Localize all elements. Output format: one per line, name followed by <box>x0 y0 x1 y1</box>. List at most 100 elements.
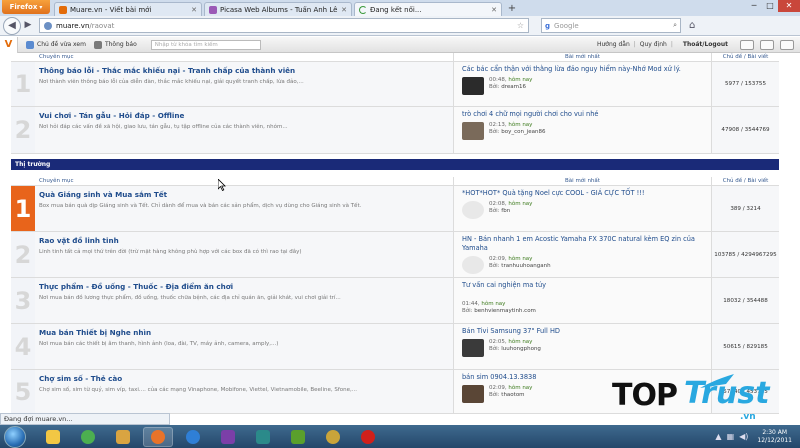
last-post-title-link[interactable]: HN - Bán nhanh 1 em Acostic Yamaha FX 37… <box>462 235 703 253</box>
stats-column-header: Chủ đề / Bài viết <box>711 177 779 185</box>
taskbar-chrome[interactable] <box>73 427 103 447</box>
forum-title-link[interactable]: Mua bán Thiết bị Nghe nhìn <box>39 328 449 337</box>
firefox-menu-button[interactable]: Firefox <box>2 0 50 14</box>
forum-search-input[interactable]: Nhập từ khóa tìm kiếm <box>150 39 261 50</box>
forum-title-link[interactable]: Vui chơi - Tán gẫu - Hỏi đáp - Offline <box>39 111 449 120</box>
guide-link[interactable]: Hướng dẫn <box>597 41 630 48</box>
taskbar-record[interactable] <box>353 427 383 447</box>
avatar[interactable] <box>462 384 484 403</box>
last-post-title-link[interactable]: Tư vấn cai nghiện ma túy <box>462 281 703 290</box>
forum-row-number: 1 <box>11 186 35 231</box>
taskbar-paint[interactable] <box>318 427 348 447</box>
tab-picasa-albums[interactable]: Picasa Web Albums - Tuấn Anh Lê ✕ <box>204 2 352 16</box>
network-icon[interactable]: ▦ <box>727 432 735 441</box>
tab-muare-new-post[interactable]: Muare.vn - Viết bài mới ✕ <box>54 2 202 16</box>
last-post-title-link[interactable]: Bán Tivi Samsung 37" Full HD <box>462 327 703 336</box>
search-icon[interactable]: ⌕ <box>673 21 677 30</box>
forward-button[interactable]: ▶ <box>21 19 35 33</box>
close-tab-icon[interactable]: ✕ <box>191 6 197 14</box>
taskbar-yahoo[interactable] <box>213 427 243 447</box>
volume-icon[interactable]: ◀) <box>739 432 748 441</box>
site-identity-icon[interactable] <box>44 21 52 30</box>
avatar[interactable] <box>462 121 484 140</box>
forum-row-number: 2 <box>14 240 32 269</box>
post-day: hôm nay <box>508 338 533 345</box>
last-post-title-link[interactable]: Các bác cẩn thận với thằng lừa đảo nguy … <box>462 65 703 74</box>
forum-stats: 389 / 3214 <box>711 186 779 231</box>
bookmark-star-icon[interactable]: ☆ <box>517 21 524 30</box>
home-icon[interactable]: ⌂ <box>689 20 695 31</box>
folder-icon <box>46 429 60 444</box>
forum-row-number: 4 <box>14 332 32 361</box>
notifications-link[interactable]: Thông báo <box>93 40 137 49</box>
avatar[interactable] <box>462 338 484 357</box>
post-day: hôm nay <box>508 255 533 262</box>
poster-link[interactable]: tranhuuhoanganh <box>501 263 550 269</box>
last-post-title-link[interactable]: *HOT*HOT* Quà tặng Noel cực COOL - GIÁ C… <box>462 189 703 198</box>
taskbar-utorrent[interactable] <box>283 427 313 447</box>
section-header-market[interactable]: Thị trường <box>11 159 779 170</box>
poster-link[interactable]: luuhongphong <box>501 346 541 352</box>
taskbar-ie[interactable] <box>178 427 208 447</box>
muare-favicon-icon <box>59 5 67 14</box>
forum-stats: 103785 / 4294967295 <box>711 232 779 277</box>
avatar[interactable] <box>462 255 484 274</box>
tray-arrow-icon[interactable]: ▲ <box>715 432 721 441</box>
avatar[interactable] <box>462 200 484 219</box>
forum-description: Box mua bán quà dịp Giáng sinh và Tết. C… <box>39 203 362 209</box>
maximize-button[interactable]: □ <box>762 0 778 12</box>
back-button[interactable]: ◀ <box>3 16 21 35</box>
recent-threads-link[interactable]: Chủ đề vừa xem <box>26 40 86 49</box>
poster-link[interactable]: benhvienmaytinh.com <box>474 308 536 314</box>
taskbar-explorer[interactable] <box>38 427 68 447</box>
windows-taskbar: ▲ ▦ ◀) 2:30 AM 12/12/2011 <box>0 425 800 448</box>
forum-description: Nơi mua bán đồ lương thực phẩm, đồ uống,… <box>39 295 341 301</box>
watermark-top-text: TOP <box>612 378 678 413</box>
search-input[interactable]: g Google ⌕ <box>541 18 681 33</box>
forum-title-link[interactable]: Chợ sim số - Thẻ cào <box>39 374 449 383</box>
search-placeholder: Google <box>554 21 579 30</box>
address-bar[interactable]: muare.vn/raovat ☆ <box>39 18 529 33</box>
close-tab-icon[interactable]: ✕ <box>341 6 347 14</box>
notification-icon <box>93 40 102 49</box>
avatar[interactable] <box>462 76 484 95</box>
last-post-info: 02:09, hôm nay Bởi: tranhuuhoanganh <box>489 256 551 271</box>
paint-icon <box>326 429 340 444</box>
forum-info: Rao vặt đồ linh tinh Linh tinh tất cả mọ… <box>35 232 453 277</box>
last-post-title-link[interactable]: trò chơi 4 chữ mọi người chơi cho vui nh… <box>462 110 703 119</box>
chrome-icon <box>81 429 95 444</box>
post-day: hôm nay <box>508 384 533 391</box>
forum-stats: 18032 / 354488 <box>711 278 779 323</box>
taskbar-notes[interactable] <box>248 427 278 447</box>
taskbar-clock[interactable]: 2:30 AM 12/12/2011 <box>757 429 792 445</box>
taskbar-firefox[interactable] <box>143 426 173 447</box>
poster-link[interactable]: thaotom <box>501 392 524 398</box>
google-icon: g <box>545 21 551 30</box>
rules-link[interactable]: Quy định <box>640 41 667 48</box>
post-time: 02:09, <box>489 384 507 391</box>
last-post-meta: 02:08, hôm nay Bởi: fbn <box>462 200 703 219</box>
taskbar-winamp[interactable] <box>108 427 138 447</box>
poster-link[interactable]: boy_con_jean86 <box>501 129 545 135</box>
forum-logo[interactable]: V <box>0 36 18 53</box>
forum-title-link[interactable]: Thực phẩm - Đồ uống - Thuốc - Địa điểm ă… <box>39 282 449 291</box>
start-button[interactable] <box>4 425 26 448</box>
post-time: 01:44, <box>462 300 480 307</box>
poster-link[interactable]: dream16 <box>501 84 526 90</box>
forum-title-link[interactable]: Rao vặt đồ linh tinh <box>39 236 449 245</box>
mail-icon[interactable] <box>740 39 754 50</box>
utorrent-icon <box>291 429 305 444</box>
forum-toolbar: V Chủ đề vừa xem Thông báo Nhập từ khóa … <box>0 36 800 53</box>
forum-title-link[interactable]: Quà Giáng sinh và Mua sắm Tết <box>39 190 449 199</box>
last-post-meta: 00:48, hôm nay Bởi: dream16 <box>462 76 703 95</box>
forum-title-link[interactable]: Thông báo lỗi - Thắc mắc khiếu nại - Tra… <box>39 66 449 75</box>
new-tab-button[interactable]: + <box>504 3 520 16</box>
logout-link[interactable]: Thoát/Logout <box>683 41 728 48</box>
settings-icon[interactable] <box>780 39 794 50</box>
tab-connecting[interactable]: Đang kết nối... ✕ <box>354 2 502 16</box>
minimize-button[interactable]: ─ <box>746 0 762 12</box>
poster-link[interactable]: fbn <box>501 208 510 214</box>
close-tab-icon[interactable]: ✕ <box>491 6 497 14</box>
inbox-icon[interactable] <box>760 39 774 50</box>
close-window-button[interactable]: ✕ <box>778 0 800 12</box>
